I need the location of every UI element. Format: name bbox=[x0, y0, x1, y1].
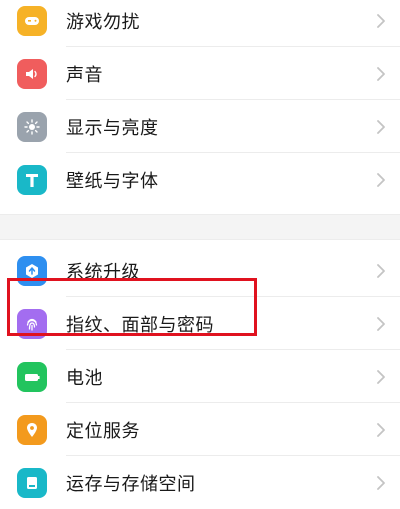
settings-item-label: 声音 bbox=[66, 64, 103, 86]
chevron-right-icon bbox=[376, 369, 386, 385]
settings-item-label: 指纹、面部与密码 bbox=[66, 314, 214, 336]
settings-item-wallpaper-font[interactable]: 壁纸与字体 bbox=[0, 153, 400, 206]
section-divider bbox=[0, 214, 400, 240]
settings-item-fingerprint-face-password[interactable]: 指纹、面部与密码 bbox=[0, 297, 400, 350]
settings-item-label: 定位服务 bbox=[66, 420, 140, 442]
system-update-icon bbox=[17, 255, 47, 286]
chevron-right-icon bbox=[376, 66, 386, 82]
settings-group-1: 游戏勿扰 声音 显示与亮度 壁纸与字体 bbox=[0, 0, 400, 206]
settings-item-label: 运存与存储空间 bbox=[66, 473, 196, 495]
fingerprint-icon bbox=[17, 308, 47, 339]
settings-item-sound[interactable]: 声音 bbox=[0, 47, 400, 100]
settings-item-label: 壁纸与字体 bbox=[66, 170, 159, 192]
settings-group-2: 系统升级 指纹、面部与密码 电池 定位服务 运存与存储空间 bbox=[0, 244, 400, 509]
storage-icon bbox=[17, 467, 47, 498]
chevron-right-icon bbox=[376, 263, 386, 279]
battery-icon bbox=[17, 361, 47, 392]
chevron-right-icon bbox=[376, 172, 386, 188]
settings-item-system-update[interactable]: 系统升级 bbox=[0, 244, 400, 297]
speaker-icon bbox=[17, 58, 47, 89]
settings-item-label: 系统升级 bbox=[66, 261, 140, 283]
settings-item-label: 电池 bbox=[66, 367, 103, 389]
settings-item-battery[interactable]: 电池 bbox=[0, 350, 400, 403]
settings-item-location-services[interactable]: 定位服务 bbox=[0, 403, 400, 456]
brightness-icon bbox=[17, 111, 47, 142]
game-controller-icon bbox=[17, 5, 47, 36]
chevron-right-icon bbox=[376, 119, 386, 135]
chevron-right-icon bbox=[376, 475, 386, 491]
chevron-right-icon bbox=[376, 13, 386, 29]
location-pin-icon bbox=[17, 414, 47, 445]
settings-item-display-brightness[interactable]: 显示与亮度 bbox=[0, 100, 400, 153]
settings-item-game-dnd[interactable]: 游戏勿扰 bbox=[0, 0, 400, 47]
chevron-right-icon bbox=[376, 422, 386, 438]
settings-item-memory-storage[interactable]: 运存与存储空间 bbox=[0, 456, 400, 509]
settings-list: 游戏勿扰 声音 显示与亮度 壁纸与字体 系统升级 指纹、面部与密码 电池 定位服… bbox=[0, 0, 400, 509]
chevron-right-icon bbox=[376, 316, 386, 332]
settings-item-label: 显示与亮度 bbox=[66, 117, 159, 139]
font-t-icon bbox=[17, 164, 47, 195]
settings-item-label: 游戏勿扰 bbox=[66, 11, 140, 33]
